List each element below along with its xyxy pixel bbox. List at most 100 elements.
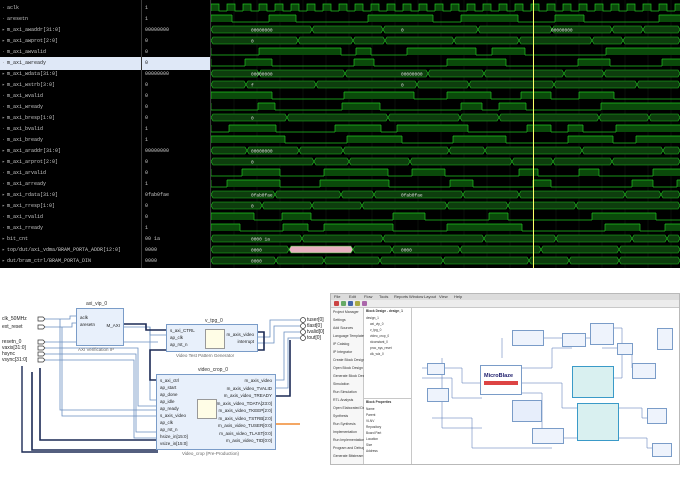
block-top-4[interactable] [617,343,633,355]
run-icon[interactable] [355,301,360,306]
vcrop-input-port[interactable]: vsize_in[15:0] [160,441,188,446]
block-mid-1[interactable] [512,400,542,422]
block-right-2[interactable] [647,408,667,424]
input-port-label[interactable]: ext_reset [2,324,23,330]
expand-chevron-icon[interactable]: ▸ [2,82,5,88]
expand-chevron-icon[interactable]: ▸ [2,38,5,44]
block-right-3[interactable] [652,443,672,457]
vcrop-input-port[interactable]: ap_ready [160,406,179,411]
expand-chevron-icon[interactable]: ▸ [2,148,5,154]
expand-chevron-icon[interactable]: ▸ [2,203,5,209]
expand-chevron-icon[interactable]: ▸ [2,247,5,253]
design-tree-item[interactable]: axi_vip_0 [370,322,383,326]
block-selected-1[interactable] [572,366,614,398]
signal-name-row[interactable]: ▸ dut/bram_ctrl/BRAM_PORTA_DIN [0,255,141,268]
undo-icon[interactable] [341,301,346,306]
flow-navigator-item[interactable]: Run Implementation [333,438,364,442]
flow-navigator-item[interactable]: IP Catalog [333,342,349,346]
block-right-4[interactable] [657,328,673,350]
tpg-port-ap-clk[interactable]: ap_clk [170,335,183,340]
flow-navigator-item[interactable]: Generate Bitstream [333,454,363,458]
design-tree-item[interactable]: design_1 [366,316,379,320]
tpg-port-interrupt[interactable]: interrupt [237,339,254,344]
flow-navigator-item[interactable]: Run Simulation [333,390,357,394]
flow-navigator-item[interactable]: Simulation [333,382,349,386]
block-bottom-1[interactable] [532,428,564,444]
vcrop-output-port[interactable]: m_axis_video [244,378,272,383]
flow-navigator-item[interactable]: Synthesis [333,414,348,418]
design-tree-item[interactable]: video_crop_0 [370,334,389,338]
vcrop-output-port[interactable]: m_axis_video_TDATA[23:0] [217,401,272,406]
bus-segment [563,69,605,78]
vcrop-input-port[interactable]: ap_idle [160,399,175,404]
vcrop-output-port[interactable]: m_axis_video_TKEEP[2:0] [218,408,272,413]
vcrop-output-port[interactable]: m_axis_video_TVALID [227,386,272,391]
vcrop-output-port[interactable]: m_axis_video_TID[0:0] [226,438,272,443]
vcrop-output-port[interactable]: m_axis_video_TUSER[0:0] [218,423,272,428]
expand-chevron-icon[interactable]: ▸ [2,71,5,77]
block-selected-2[interactable] [577,403,619,441]
expand-chevron-icon[interactable]: ▸ [2,115,5,121]
signal-dot-icon: · [2,181,6,187]
redo-icon[interactable] [348,301,353,306]
block-top-1[interactable] [512,330,544,346]
block-design-canvas[interactable]: MicroBlaze [412,308,679,464]
output-port-label[interactable]: tout[0] [307,335,321,341]
settings-icon[interactable] [362,301,367,306]
block-small-1[interactable] [427,363,445,375]
expand-chevron-icon[interactable]: ▸ [2,159,5,165]
vcrop-input-port[interactable]: ap_clk [160,420,173,425]
flow-navigator-item[interactable]: Create Block Design [333,358,365,362]
flow-navigator-item[interactable]: Open Block Design [333,366,363,370]
bus-value-label: 0000 [251,248,262,254]
design-tree-item[interactable]: v_tpg_0 [370,328,381,332]
flow-navigator-item[interactable]: Language Templates [333,334,365,338]
block-top-2[interactable] [562,333,586,347]
expand-chevron-icon[interactable]: ▸ [2,192,5,198]
flow-navigator-item[interactable]: Program and Debug [333,446,365,450]
vcrop-output-port[interactable]: m_axis_video_TSTRB[2:0] [218,416,272,421]
microblaze-block[interactable]: MicroBlaze [480,365,522,395]
flow-navigator-item[interactable]: Settings [333,318,346,322]
tpg-block[interactable]: s_axi_CTRL ap_clk ap_rst_n m_axis_video … [166,324,258,352]
axi-vip-port-aresetn[interactable]: aresetn [80,322,95,327]
tpg-port-s-axi-ctrl[interactable]: s_axi_CTRL [170,328,195,333]
expand-chevron-icon[interactable]: ▸ [2,27,5,33]
axi-vip-block[interactable]: aclk aresetn M_AXI [76,308,124,346]
design-tree-item[interactable]: clk_wiz_0 [370,352,384,356]
vcrop-input-port[interactable]: ap_start [160,385,176,390]
time-cursor[interactable] [533,0,534,268]
vcrop-block[interactable]: s_axi_ctrl ap_start ap_done ap_idle ap_ready… [156,374,276,450]
design-tree-item[interactable]: proc_sys_reset [370,346,392,350]
xilinx-logo-icon [197,399,217,419]
expand-chevron-icon[interactable]: ▸ [2,258,5,264]
input-port-label[interactable]: clk_50MHz [2,316,27,322]
vcrop-output-port[interactable]: m_axis_video_TLAST[0:0] [219,431,272,436]
flow-navigator-item[interactable]: Add Sources [333,326,353,330]
flow-navigator-item[interactable]: IP Integrator [333,350,352,354]
flow-navigator-item[interactable]: Project Manager [333,310,359,314]
vcrop-input-port[interactable]: ap_done [160,392,178,397]
tpg-port-m-axis-video[interactable]: m_axis_video [226,332,254,337]
input-port-label[interactable]: vsync[31:0] [2,357,27,363]
axi-vip-port-aclk[interactable]: aclk [80,315,88,320]
block-small-2[interactable] [427,388,449,402]
bus-segment [211,80,247,89]
vcrop-input-port[interactable]: s_axi_ctrl [160,378,179,383]
tpg-port-ap-rst-n[interactable]: ap_rst_n [170,342,188,347]
flow-navigator-item[interactable]: Implementation [333,430,357,434]
block-right-1[interactable] [632,363,656,379]
axi-vip-port-m-axi[interactable]: M_AXI [106,323,120,328]
design-tree-item[interactable]: xlconstant_0 [370,340,388,344]
save-icon[interactable] [334,301,339,306]
vcrop-input-port[interactable]: s_axis_video [160,413,186,418]
vcrop-output-port[interactable]: m_axis_video_TREADY [224,393,272,398]
expand-chevron-icon[interactable]: ▸ [2,236,5,242]
flow-navigator-item[interactable]: Run Synthesis [333,422,356,426]
waveform-plot-area[interactable]: 00000000 0 00000000 0 00000000 00000000 f 0 0 000… [211,0,680,268]
block-top-3[interactable] [590,323,614,345]
flow-navigator-item[interactable]: RTL Analysis [333,398,353,402]
vcrop-input-port[interactable]: hsize_in[15:0] [160,434,188,439]
vcrop-input-port[interactable]: ap_rst_n [160,427,178,432]
bus-value-label: 0 [401,28,404,34]
